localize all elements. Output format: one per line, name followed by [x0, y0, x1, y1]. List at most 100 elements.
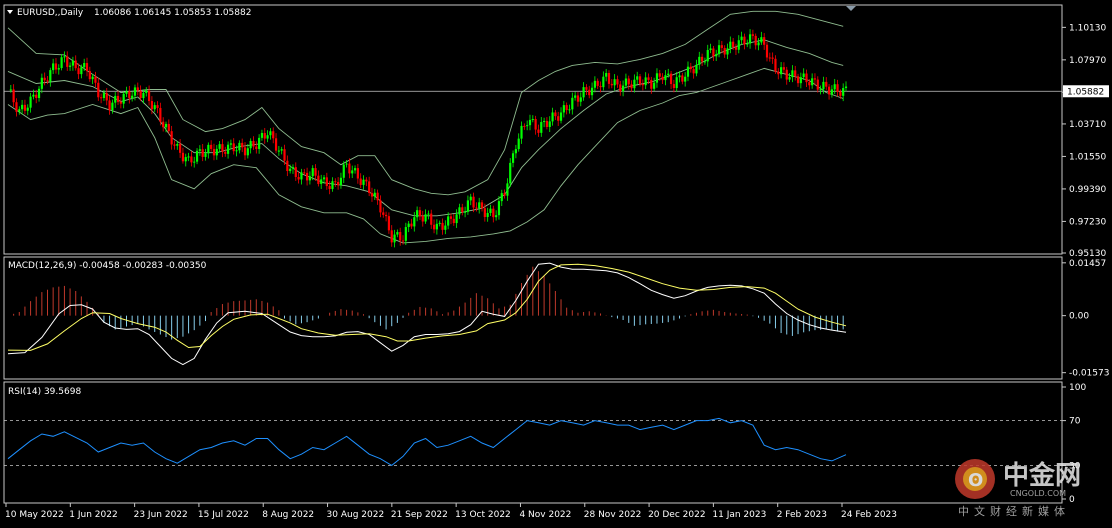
candle-body: [322, 177, 326, 180]
price-tick-label: 0.97230: [1069, 217, 1106, 227]
candle-body: [746, 43, 749, 45]
candle-body: [198, 149, 201, 151]
price-tick-label: 1.03710: [1069, 120, 1106, 130]
candle-body: [317, 175, 320, 184]
date-tick-label: 24 Feb 2023: [841, 510, 897, 520]
candle-body: [681, 75, 684, 82]
candle-body: [384, 214, 388, 217]
candle-body: [277, 150, 280, 152]
chart-menu-icon[interactable]: [7, 10, 13, 14]
candle-body: [15, 102, 18, 112]
candle-body: [303, 172, 306, 174]
candle-body: [80, 67, 83, 75]
candle-body: [593, 80, 596, 88]
candle-body: [311, 168, 314, 177]
candle-body: [128, 91, 131, 99]
candle-body: [588, 89, 591, 96]
candle-body: [653, 82, 656, 89]
candle-body: [528, 119, 532, 126]
candle-body: [833, 84, 836, 90]
candle-body: [393, 234, 396, 243]
candle-body: [740, 36, 743, 41]
candle-body: [548, 121, 551, 127]
candle-body: [235, 150, 238, 152]
date-tick-label: 13 Oct 2022: [455, 510, 511, 520]
candle-body: [232, 143, 235, 152]
svg-text:ʘ: ʘ: [968, 470, 983, 491]
candle-body: [754, 35, 757, 46]
candle-body: [703, 61, 707, 63]
candle-body: [599, 85, 602, 88]
macd-tick-label: 0.00: [1069, 312, 1089, 322]
candle-body: [145, 90, 148, 93]
candle-body: [748, 34, 752, 44]
candle-body: [421, 215, 424, 222]
candle-body: [207, 144, 210, 154]
candle-body: [215, 148, 218, 156]
candle-body: [509, 162, 512, 184]
candle-body: [331, 181, 334, 189]
candle-body: [212, 148, 216, 156]
candle-body: [794, 70, 797, 77]
scroll-marker-icon[interactable]: [846, 6, 856, 11]
candle-body: [523, 125, 526, 127]
candle-body: [760, 37, 763, 43]
candle-body: [190, 156, 193, 163]
candle-body: [447, 216, 450, 226]
candle-body: [342, 164, 345, 178]
candle-body: [540, 122, 543, 133]
date-tick-label: 21 Sep 2022: [391, 510, 448, 520]
candle-body: [638, 76, 642, 84]
candle-body: [108, 100, 111, 111]
candle-body: [678, 75, 681, 78]
macd-tick-label: -0.01573: [1069, 369, 1109, 379]
price-tick-label: 1.10130: [1069, 23, 1106, 33]
candle-body: [274, 138, 278, 151]
date-tick-label: 11 Jan 2023: [712, 510, 766, 520]
candle-body: [514, 149, 517, 154]
rsi-layer: [4, 417, 1062, 467]
candle-body: [390, 230, 393, 243]
current-price-label: 1.05882: [1067, 87, 1104, 97]
candle-body: [475, 207, 478, 209]
candle-body: [68, 65, 72, 67]
macd-signal-line: [7, 263, 847, 351]
candle-body: [616, 79, 619, 85]
candle-body: [334, 181, 337, 183]
candle-body: [607, 73, 611, 84]
candle-body: [782, 67, 786, 70]
candle-body: [839, 91, 842, 96]
candle-body: [105, 93, 108, 101]
candle-body: [218, 144, 221, 149]
candle-body: [633, 79, 636, 89]
candle-body: [229, 143, 233, 145]
candle-body: [449, 216, 453, 219]
candle-body: [139, 90, 142, 99]
candle-body: [246, 148, 249, 156]
candle-body: [193, 161, 196, 163]
candle-body: [492, 208, 495, 218]
candle-body: [559, 112, 563, 121]
candle-body: [605, 73, 608, 77]
candle-body: [351, 170, 354, 174]
candle-body: [780, 67, 783, 75]
candle-body: [469, 196, 472, 201]
candle-body: [94, 76, 97, 83]
candle-body: [131, 95, 134, 99]
candle-body: [799, 77, 802, 84]
candle-body: [18, 109, 21, 112]
candle-body: [153, 105, 156, 110]
date-tick-label: 23 Jun 2022: [134, 510, 188, 520]
candle-body: [122, 93, 125, 104]
bollinger-middle-band: [7, 39, 844, 217]
price-panel-frame: [3, 4, 1063, 255]
candle-body: [294, 167, 297, 178]
candle-body: [368, 181, 371, 193]
candle-body: [610, 83, 613, 86]
candle-body: [667, 73, 670, 76]
candle-body: [359, 178, 362, 185]
candle-body: [796, 76, 800, 84]
candle-body: [365, 179, 368, 182]
candle-body: [221, 144, 224, 152]
candle-body: [170, 131, 173, 145]
